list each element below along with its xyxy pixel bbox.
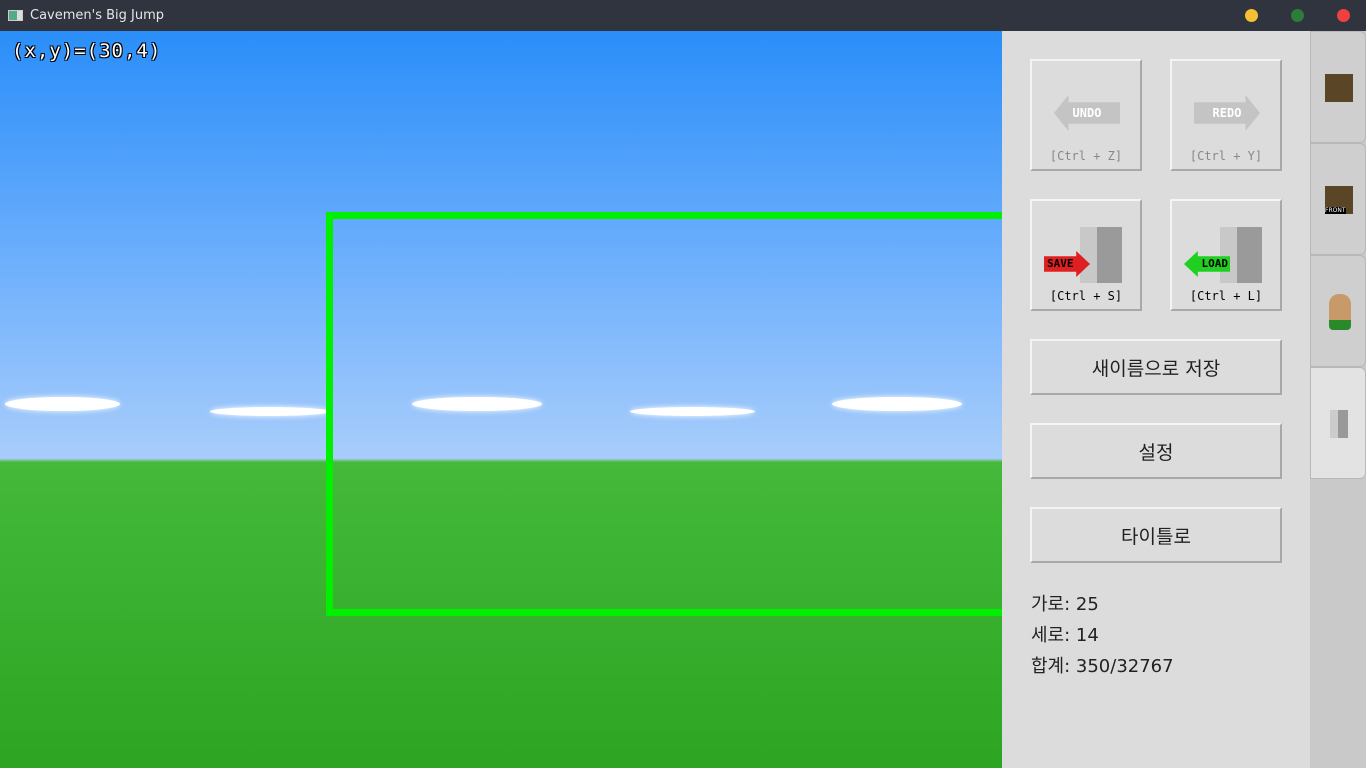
- tab-computer[interactable]: [1310, 367, 1366, 479]
- tab-front-tile[interactable]: FRONT: [1310, 143, 1366, 255]
- computer-icon: [1080, 227, 1122, 283]
- level-width: 가로: 25: [1031, 594, 1099, 615]
- dirt-front-tile-icon: FRONT: [1325, 186, 1353, 214]
- save-shortcut: [Ctrl + S]: [1049, 289, 1123, 303]
- selection-rectangle: [326, 212, 1002, 616]
- caveman-icon: [1329, 294, 1351, 330]
- undo-button[interactable]: UNDO [Ctrl + Z]: [1030, 59, 1142, 171]
- title-bar: Cavemen's Big Jump: [0, 0, 1366, 31]
- palette-tabs: FRONT: [1310, 31, 1366, 768]
- coordinate-readout: (x,y)=(30,4): [12, 40, 162, 62]
- minimize-button[interactable]: [1245, 9, 1258, 22]
- window-title: Cavemen's Big Jump: [30, 8, 165, 23]
- save-as-button[interactable]: 새이름으로 저장: [1030, 339, 1282, 395]
- tab-dirt-tile[interactable]: [1310, 31, 1366, 143]
- tab-caveman[interactable]: [1310, 255, 1366, 367]
- settings-button[interactable]: 설정: [1030, 423, 1282, 479]
- dirt-tile-icon: [1325, 74, 1353, 102]
- cloud: [5, 397, 120, 411]
- undo-arrow-icon: UNDO: [1054, 95, 1120, 131]
- load-button[interactable]: LOAD [Ctrl + L]: [1170, 199, 1282, 311]
- to-title-button[interactable]: 타이틀로: [1030, 507, 1282, 563]
- tile-total: 합계: 350/32767: [1031, 656, 1174, 677]
- computer-icon: [1220, 227, 1262, 283]
- maximize-button[interactable]: [1291, 9, 1304, 22]
- redo-arrow-icon: REDO: [1194, 95, 1260, 131]
- computer-icon: [1330, 410, 1348, 438]
- redo-shortcut: [Ctrl + Y]: [1189, 149, 1263, 163]
- close-button[interactable]: [1337, 9, 1350, 22]
- load-shortcut: [Ctrl + L]: [1189, 289, 1263, 303]
- redo-button[interactable]: REDO [Ctrl + Y]: [1170, 59, 1282, 171]
- save-button[interactable]: SAVE [Ctrl + S]: [1030, 199, 1142, 311]
- editor-panel: UNDO [Ctrl + Z] REDO [Ctrl + Y] SAVE [Ct…: [1002, 31, 1310, 768]
- undo-shortcut: [Ctrl + Z]: [1049, 149, 1123, 163]
- level-height: 세로: 14: [1031, 625, 1099, 646]
- cloud: [210, 407, 330, 416]
- app-icon: [8, 10, 23, 21]
- level-canvas[interactable]: (x,y)=(30,4): [0, 31, 1002, 768]
